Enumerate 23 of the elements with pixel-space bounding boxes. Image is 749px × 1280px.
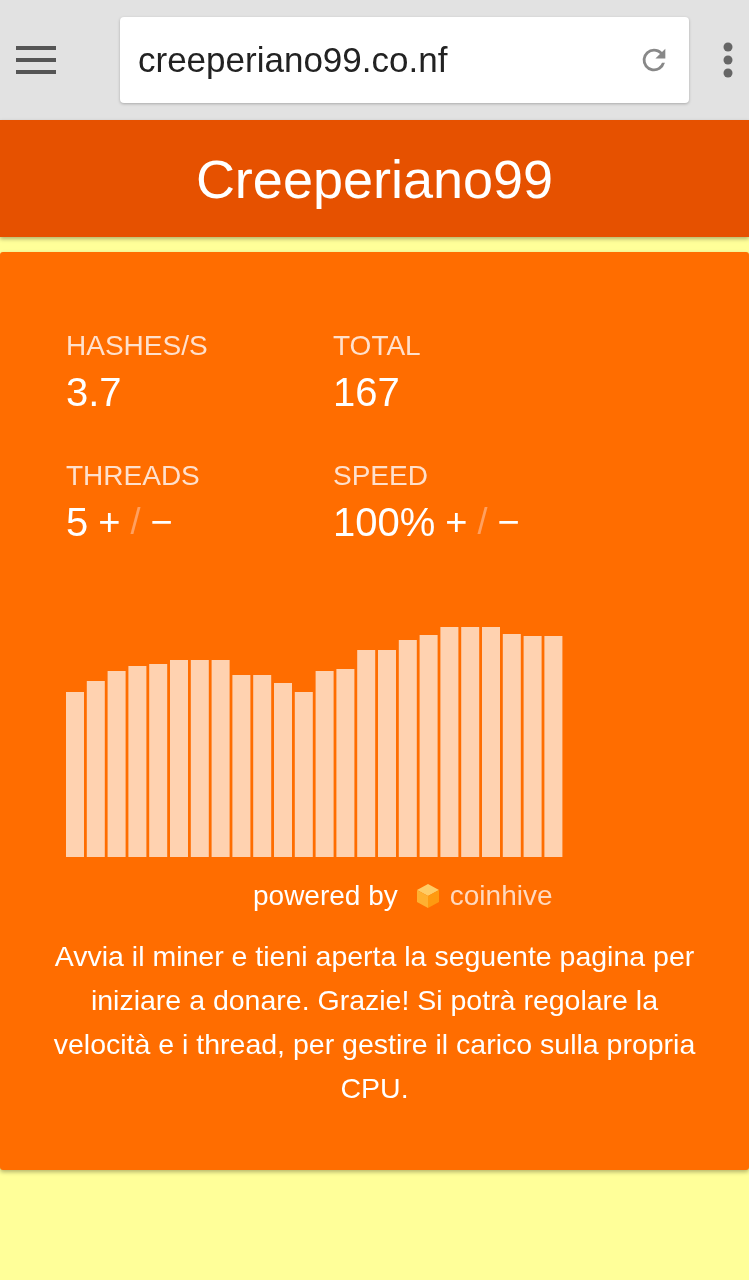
cube-icon (415, 883, 440, 909)
stat-value: 3.7 (66, 369, 122, 416)
decrease-button[interactable]: − (493, 498, 524, 546)
stat-label: THREADS (66, 460, 201, 492)
url-text: creeperiano99.co.nf (138, 40, 448, 80)
menu-icon[interactable] (16, 46, 56, 74)
stat-value: 5 (66, 499, 89, 546)
stat-label: SPEED (333, 460, 429, 492)
more-icon[interactable] (723, 42, 733, 78)
increase-button[interactable]: + (441, 498, 472, 546)
decrease-button[interactable]: − (146, 498, 177, 546)
brand-name[interactable]: coinhive (449, 880, 553, 912)
stat-label: HASHES/S (66, 330, 209, 362)
powered-by-text: powered by (253, 880, 398, 912)
separator-text: / (130, 500, 141, 544)
url-field[interactable]: creeperiano99.co.nf (120, 17, 689, 103)
info-paragraph: Avvia il miner e tieni aperta la seguente pagina per iniziare a donare. Grazie! Si potrà regolare la velocità e i thread, per gestire il carico sulla propria CPU. (52, 939, 697, 1106)
stat-value: 100% (333, 499, 436, 546)
increase-button[interactable]: + (94, 498, 125, 546)
site-title: Creeperiano99 (195, 147, 554, 210)
stat-label: TOTAL (333, 330, 422, 362)
stat-value: 167 (333, 369, 400, 416)
separator-text: / (477, 500, 488, 544)
